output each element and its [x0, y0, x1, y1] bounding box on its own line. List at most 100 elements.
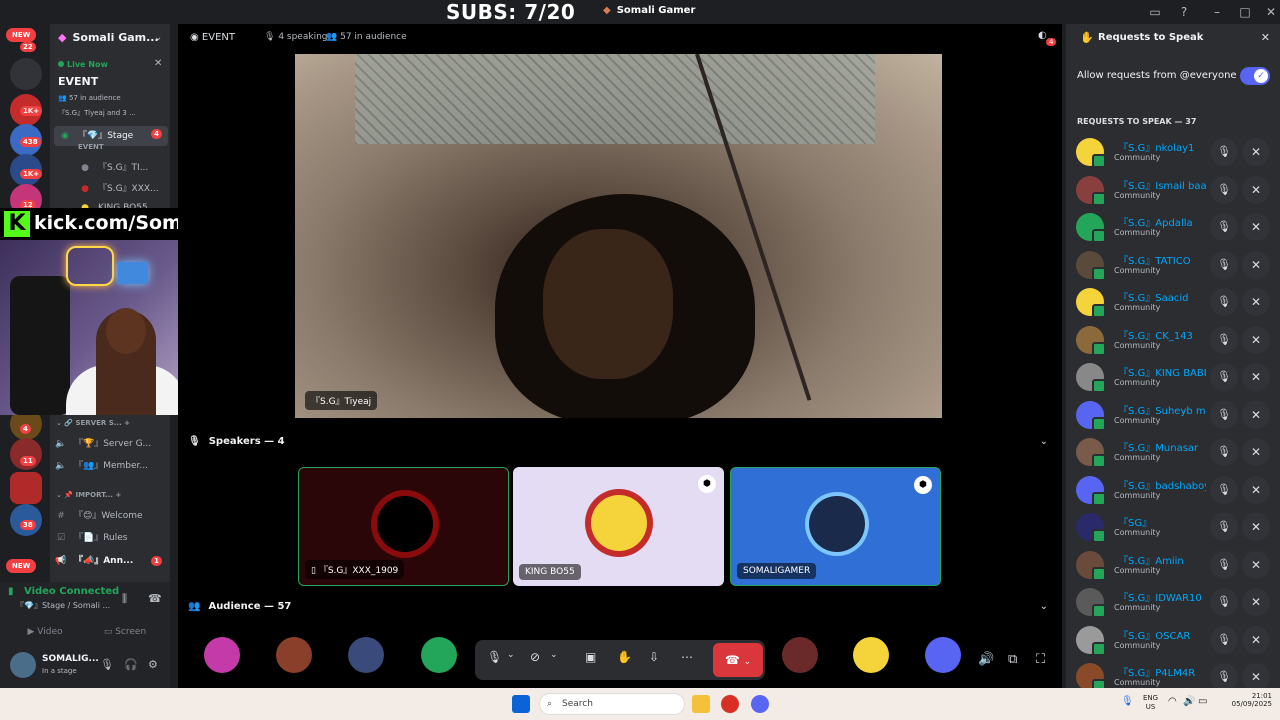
more-options-icon[interactable]: ⋯ [681, 650, 693, 664]
camera-off-icon[interactable]: ⊘ [530, 650, 540, 664]
avatar[interactable] [1076, 363, 1106, 393]
audience-header[interactable]: 👥 Audience — 57 [188, 601, 291, 612]
mic-icon[interactable]: 🎙 [100, 658, 114, 671]
minimize-button[interactable]: – [1208, 3, 1226, 21]
request-row[interactable]: 『S.G』Suheyb m... Community 🎙 ✕ [1066, 397, 1280, 433]
language-indicator[interactable]: ENG US [1143, 694, 1158, 712]
category-important[interactable]: ⌄ 📌 IMPORT... + [56, 491, 121, 499]
request-row[interactable]: 『S.G』KING BABI Community 🎙 ✕ [1066, 359, 1280, 395]
request-row[interactable]: 『S.G』Amiin Community 🎙 ✕ [1066, 547, 1280, 583]
stage-member[interactable]: ● 『S.G』TI... [78, 160, 168, 180]
disconnect-icon[interactable]: ☎ [148, 592, 162, 605]
request-row[interactable]: 『S.G』CK_143 Community 🎙 ✕ [1066, 322, 1280, 358]
dismiss-request-button[interactable]: ✕ [1242, 588, 1270, 616]
audience-avatar[interactable] [925, 637, 961, 673]
avatar[interactable] [10, 652, 36, 678]
popout-icon[interactable]: ⧉ [1008, 652, 1017, 667]
audience-avatar[interactable] [853, 637, 889, 673]
request-row[interactable]: 『S.G』badshaboy Community 🎙 ✕ [1066, 472, 1280, 508]
video-button[interactable]: ▶ Video [10, 620, 80, 644]
chrome-icon[interactable] [721, 695, 739, 713]
request-row[interactable]: 『S.G』Apdalla Community 🎙 ✕ [1066, 209, 1280, 245]
voice-channel-path[interactable]: 『💎』Stage / Somali ... [16, 600, 110, 611]
invite-to-speak-button[interactable]: 🎙 [1210, 475, 1238, 504]
avatar[interactable] [1076, 663, 1106, 693]
taskbar-search[interactable]: ⌕ Search [539, 693, 685, 715]
chevron-down-icon[interactable]: ⌄ [507, 650, 515, 660]
request-row[interactable]: 『S.G』TATICO Community 🎙 ✕ [1066, 247, 1280, 283]
request-row[interactable]: 『S.G』Saacid Community 🎙 ✕ [1066, 284, 1280, 320]
notification-icon[interactable]: ◐ 4 [1038, 30, 1057, 46]
dismiss-request-button[interactable]: ✕ [1242, 288, 1270, 316]
invite-to-speak-button[interactable]: 🎙 [1210, 400, 1238, 429]
screen-button[interactable]: ▭ Screen [90, 620, 160, 644]
server-icon[interactable] [10, 472, 42, 504]
invite-to-speak-button[interactable]: 🎙 [1210, 588, 1238, 616]
file-explorer-icon[interactable] [692, 695, 710, 713]
request-row[interactable]: 『S.G』Munasar Community 🎙 ✕ [1066, 434, 1280, 470]
invite-to-speak-button[interactable]: 🎙 [1210, 663, 1238, 691]
windows-start-icon[interactable] [512, 695, 530, 713]
chevron-down-icon[interactable]: ⌄ [1040, 601, 1048, 612]
dismiss-request-button[interactable]: ✕ [1242, 550, 1270, 579]
close-window-button[interactable]: ✕ [1262, 3, 1280, 21]
voice-channel[interactable]: 🔈 『👥』Member... [54, 458, 168, 478]
close-icon[interactable]: ✕ [154, 58, 162, 69]
invite-to-speak-button[interactable]: 🎙 [1210, 175, 1238, 204]
dismiss-request-button[interactable]: ✕ [1242, 363, 1270, 391]
inbox-icon[interactable]: ▭ [1146, 3, 1164, 21]
request-row[interactable]: 『S.G』nkolay1 Community 🎙 ✕ [1066, 134, 1280, 170]
invite-to-speak-button[interactable]: 🎙 [1210, 438, 1238, 466]
allow-requests-toggle[interactable] [1240, 67, 1270, 85]
audience-avatar[interactable] [204, 637, 240, 673]
avatar[interactable] [1076, 325, 1106, 356]
mic-icon[interactable]: 🎙 [1121, 696, 1134, 707]
chevron-down-icon[interactable]: ⌄ [1040, 436, 1048, 447]
avatar[interactable] [1076, 400, 1106, 431]
screen-share-icon[interactable]: ▣ [585, 650, 596, 664]
request-row[interactable]: 『S.G』OSCAR Community 🎙 ✕ [1066, 622, 1280, 658]
invite-to-speak-button[interactable]: 🎙 [1210, 325, 1238, 354]
avatar[interactable] [1076, 138, 1106, 168]
help-icon[interactable]: ? [1175, 3, 1193, 21]
server-name-header[interactable]: ◆ Somali Gam... [58, 31, 159, 44]
avatar[interactable] [1076, 588, 1106, 618]
gear-icon[interactable]: ⚙ [148, 658, 158, 671]
dismiss-request-button[interactable]: ✕ [1242, 400, 1270, 429]
audience-avatar[interactable] [421, 637, 457, 673]
dismiss-request-button[interactable]: ✕ [1242, 250, 1270, 279]
dismiss-request-button[interactable]: ✕ [1242, 475, 1270, 504]
avatar[interactable] [1076, 513, 1106, 543]
maximize-button[interactable]: □ [1236, 3, 1254, 21]
invite-to-speak-button[interactable]: 🎙 [1210, 288, 1238, 316]
dismiss-request-button[interactable]: ✕ [1242, 138, 1270, 166]
battery-icon[interactable]: ▭ [1198, 696, 1207, 707]
fullscreen-icon[interactable]: ⛶ [1036, 652, 1045, 667]
dismiss-request-button[interactable]: ✕ [1242, 438, 1270, 466]
invite-to-speak-button[interactable]: 🎙 [1210, 250, 1238, 279]
close-icon[interactable]: ✕ [1261, 31, 1270, 44]
avatar[interactable] [1076, 288, 1106, 318]
invite-to-speak-button[interactable]: 🎙 [1210, 213, 1238, 241]
avatar[interactable] [1076, 175, 1106, 206]
dismiss-request-button[interactable]: ✕ [1242, 213, 1270, 241]
server-icon[interactable] [10, 58, 42, 90]
move-to-audience-icon[interactable]: ⇩ [649, 650, 659, 664]
avatar[interactable] [1076, 475, 1106, 506]
invite-to-speak-button[interactable]: 🎙 [1210, 550, 1238, 579]
stage-channel[interactable]: ◉ 『💎』Stage 4 [54, 126, 168, 146]
clock[interactable]: 21:01 05/09/2025 [1232, 692, 1272, 708]
text-channel[interactable]: # 『😊』Welcome [54, 508, 168, 528]
invite-to-speak-button[interactable]: 🎙 [1210, 138, 1238, 166]
audience-avatar[interactable] [348, 637, 384, 673]
avatar[interactable] [1076, 625, 1106, 656]
main-video[interactable]: 『S.G』Tiyeaj [295, 54, 942, 418]
request-row[interactable]: 『SG』 Community 🎙 ✕ [1066, 509, 1280, 545]
dismiss-request-button[interactable]: ✕ [1242, 325, 1270, 354]
request-row[interactable]: 『S.G』IDWAR10 Community 🎙 ✕ [1066, 584, 1280, 620]
stage-member[interactable]: ● 『S.G』XXX... [78, 181, 168, 201]
speakers-header[interactable]: 🎙 Speakers — 4 [188, 436, 285, 447]
wifi-icon[interactable]: ◠ [1168, 696, 1177, 707]
dismiss-request-button[interactable]: ✕ [1242, 513, 1270, 541]
invite-to-speak-button[interactable]: 🎙 [1210, 625, 1238, 654]
